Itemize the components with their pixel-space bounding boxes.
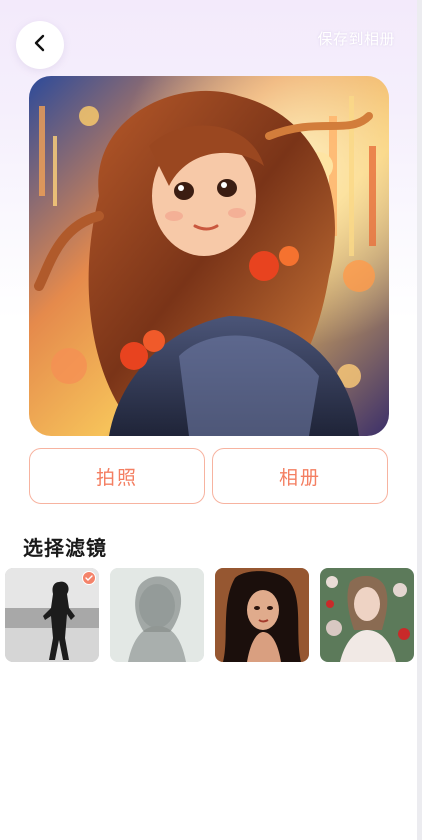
- filter-thumbnail-bw[interactable]: [5, 568, 99, 662]
- filter-thumbnail-floral[interactable]: [320, 568, 414, 662]
- chevron-left-icon: [33, 34, 47, 56]
- right-edge-strip: [417, 0, 422, 840]
- choose-album-button[interactable]: 相册: [212, 448, 388, 504]
- save-to-album-button[interactable]: 保存到相册: [317, 28, 395, 49]
- filter-list: [5, 568, 422, 664]
- filter-thumbnail-warm[interactable]: [215, 568, 309, 662]
- filter-thumbnail-faded[interactable]: [110, 568, 204, 662]
- back-button[interactable]: [16, 21, 64, 69]
- selected-check-icon: [82, 571, 96, 585]
- preview-image: [29, 76, 389, 436]
- take-photo-button[interactable]: 拍照: [29, 448, 205, 504]
- filter-section-title: 选择滤镜: [23, 536, 107, 560]
